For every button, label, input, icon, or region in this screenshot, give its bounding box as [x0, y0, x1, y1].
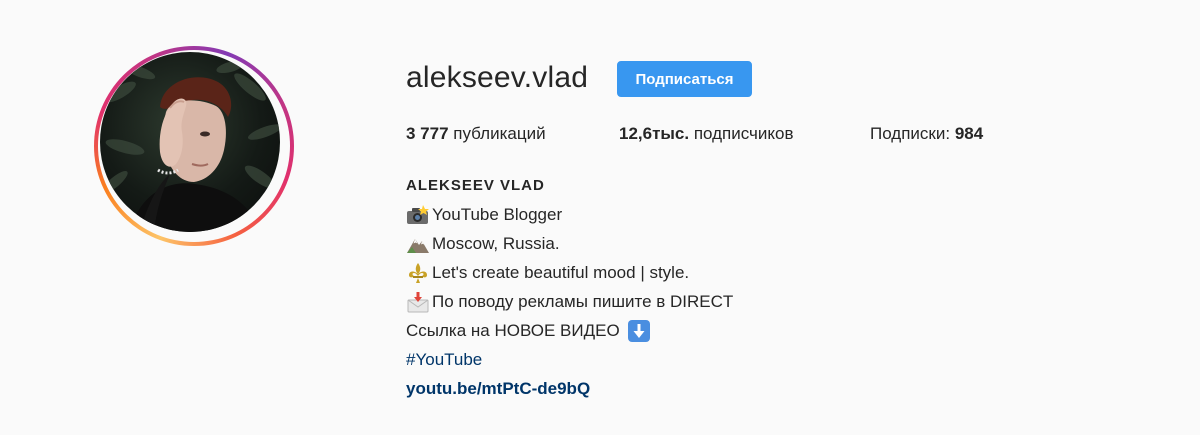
bio-line-text: По поводу рекламы пишите в DIRECT [432, 292, 734, 311]
mountain-icon [406, 233, 430, 255]
following-label: Подписки: [870, 124, 951, 143]
followers-count-value: 12,6тыс. [619, 124, 690, 143]
posts-count: 3 777 публикаций [406, 123, 546, 145]
avatar[interactable] [100, 52, 280, 232]
story-ring[interactable] [94, 46, 294, 246]
followers-link[interactable]: 12,6тыс. подписчиков [619, 123, 794, 145]
follow-button[interactable]: Подписаться [617, 61, 752, 97]
bio-name: ALEKSEEV VLAD [406, 177, 545, 194]
hashtag-text[interactable]: #YouTube [406, 345, 482, 374]
posts-count-value: 3 777 [406, 124, 449, 143]
username: alekseev.vlad [406, 61, 589, 94]
followers-count-label: подписчиков [693, 124, 794, 143]
down-arrow-box-icon [627, 319, 651, 342]
camera-flash-icon [406, 204, 430, 226]
bio-line: По поводу рекламы пишите в DIRECT [406, 287, 733, 316]
bio-line-text: Ссылка на НОВОЕ ВИДЕО [406, 321, 620, 340]
bio-line: Ссылка на НОВОЕ ВИДЕО [406, 316, 733, 345]
bio-line: Let's create beautiful mood | style. [406, 258, 733, 287]
envelope-arrow-icon [406, 291, 430, 313]
bio-line-text: YouTube Blogger [432, 205, 563, 224]
bio: ALEKSEEV VLAD YouTube Blogger Moscow, Ru… [406, 175, 733, 403]
bio-line: YouTube Blogger [406, 200, 733, 229]
profile-photo-icon [102, 60, 280, 232]
bio-line: Moscow, Russia. [406, 229, 733, 258]
external-link[interactable]: youtu.be/mtPtC-de9bQ [406, 374, 733, 403]
posts-count-label: публикаций [453, 124, 546, 143]
bio-line-text: Moscow, Russia. [432, 234, 560, 253]
external-link-text[interactable]: youtu.be/mtPtC-de9bQ [406, 374, 590, 403]
fleur-de-lis-icon [406, 262, 430, 284]
following-count-value: 984 [954, 124, 984, 143]
hashtag-link[interactable]: #YouTube [406, 345, 733, 374]
following-link[interactable]: Подписки: 984 [870, 123, 983, 145]
bio-line-text: Let's create beautiful mood | style. [432, 263, 690, 282]
